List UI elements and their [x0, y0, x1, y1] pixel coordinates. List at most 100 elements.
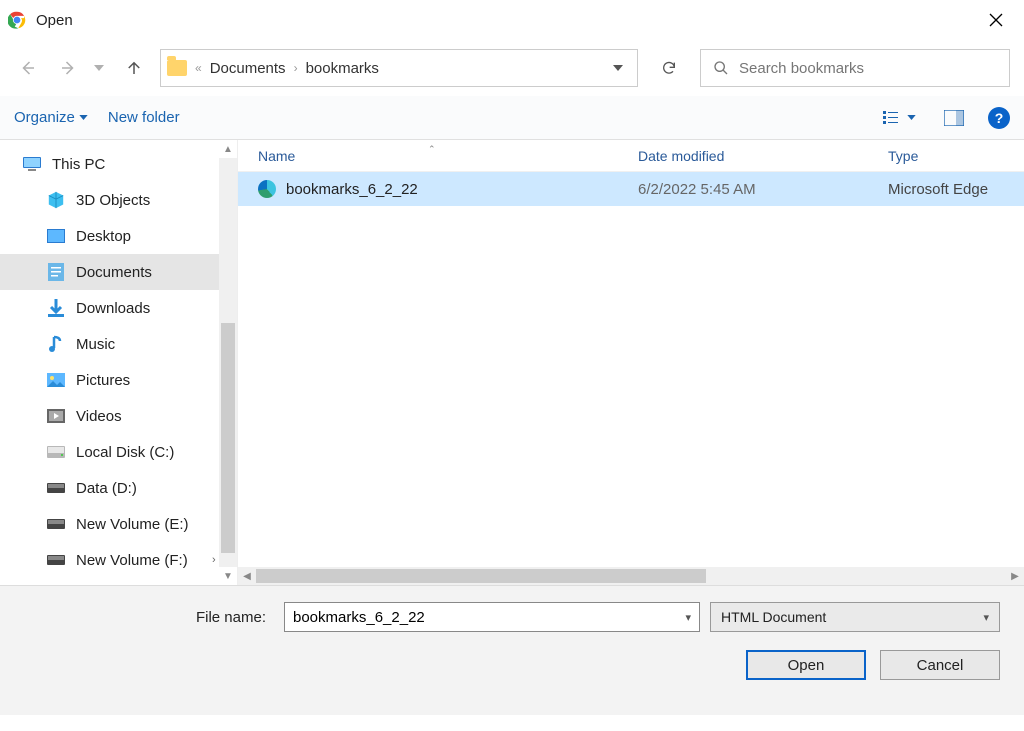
tree-label: 3D Objects [76, 192, 150, 209]
window-title: Open [36, 12, 73, 29]
nav-row: « Documents › bookmarks [0, 40, 1024, 96]
titlebar: Open [0, 0, 1024, 40]
column-type-label: Type [888, 148, 918, 164]
scroll-thumb[interactable] [221, 323, 235, 553]
column-headers: Name ⌃ Date modified Type [238, 140, 1024, 172]
file-type-select[interactable]: HTML Document ▾ [710, 602, 1000, 632]
sort-indicator-icon: ⌃ [428, 144, 436, 155]
scroll-thumb[interactable] [256, 569, 706, 583]
tree-data-d[interactable]: Data (D:) [0, 470, 237, 506]
tree-label: Data (D:) [76, 480, 137, 497]
nav-forward-button[interactable] [54, 54, 82, 82]
column-name-label: Name [258, 148, 295, 164]
cancel-label: Cancel [917, 657, 964, 674]
preview-pane-button[interactable] [940, 106, 968, 130]
column-type[interactable]: Type [888, 148, 1024, 164]
tree-new-volume-f[interactable]: New Volume (F:) › [0, 542, 237, 578]
tree-documents[interactable]: Documents [0, 254, 237, 290]
tree-local-disk-c[interactable]: Local Disk (C:) [0, 434, 237, 470]
column-name[interactable]: Name ⌃ [238, 148, 638, 164]
tree-label: New Volume (F:) [76, 552, 188, 569]
tree-label: Downloads [76, 300, 150, 317]
file-date: 6/2/2022 5:45 AM [638, 181, 888, 198]
tree-label: Videos [76, 408, 122, 425]
scroll-track[interactable] [219, 158, 237, 567]
chrome-icon [8, 11, 26, 29]
help-button[interactable]: ? [988, 107, 1010, 129]
tree-new-volume-e[interactable]: New Volume (E:) [0, 506, 237, 542]
cancel-button[interactable]: Cancel [880, 650, 1000, 680]
address-dropdown[interactable] [605, 65, 631, 71]
folder-icon [167, 60, 187, 76]
disk-icon [46, 479, 66, 497]
disk-icon [46, 515, 66, 533]
file-name: bookmarks_6_2_22 [286, 181, 418, 198]
column-date-label: Date modified [638, 148, 724, 164]
nav-recent-dropdown[interactable] [94, 65, 108, 71]
scroll-right-icon[interactable]: ▶ [1006, 571, 1024, 582]
chevron-right-icon: › [294, 61, 298, 75]
cube-icon [46, 191, 66, 209]
tree-this-pc[interactable]: This PC [0, 146, 237, 182]
scroll-track[interactable] [256, 567, 1006, 585]
tree-root-label: This PC [52, 156, 105, 173]
address-bar[interactable]: « Documents › bookmarks [160, 49, 638, 87]
scroll-left-icon[interactable]: ◀ [238, 571, 256, 582]
file-rows: bookmarks_6_2_22 6/2/2022 5:45 AM Micros… [238, 172, 1024, 567]
edge-icon [258, 180, 276, 198]
tree-videos[interactable]: Videos [0, 398, 237, 434]
scroll-down-icon[interactable]: ▼ [219, 567, 237, 585]
horizontal-scrollbar[interactable]: ◀ ▶ [238, 567, 1024, 585]
tree-label: New Volume (E:) [76, 516, 189, 533]
view-mode-button[interactable] [879, 106, 920, 130]
monitor-icon [22, 155, 42, 173]
tree-label: Pictures [76, 372, 130, 389]
tree-label: Desktop [76, 228, 131, 245]
tree-music[interactable]: Music [0, 326, 237, 362]
file-name-label: File name: [24, 609, 274, 626]
scroll-up-icon[interactable]: ▲ [219, 140, 237, 158]
nav-up-button[interactable] [120, 54, 148, 82]
tree: This PC 3D Objects Desktop Documents Dow… [0, 140, 237, 584]
toolbar: Organize New folder ? [0, 96, 1024, 140]
tree-pictures[interactable]: Pictures [0, 362, 237, 398]
tree-desktop[interactable]: Desktop [0, 218, 237, 254]
search-box[interactable] [700, 49, 1010, 87]
file-type-value: HTML Document [721, 609, 826, 625]
download-icon [46, 299, 66, 317]
videos-icon [46, 407, 66, 425]
breadcrumb-overflow[interactable]: « [195, 61, 202, 75]
tree-3d-objects[interactable]: 3D Objects [0, 182, 237, 218]
music-icon [46, 335, 66, 353]
tree-label: Music [76, 336, 115, 353]
body: This PC 3D Objects Desktop Documents Dow… [0, 140, 1024, 585]
open-button[interactable]: Open [746, 650, 866, 680]
organize-menu[interactable]: Organize [14, 109, 88, 126]
file-type: Microsoft Edge [888, 181, 1024, 198]
tree-downloads[interactable]: Downloads [0, 290, 237, 326]
nav-back-button[interactable] [14, 54, 42, 82]
chevron-down-icon: ▾ [983, 611, 989, 624]
file-name-combo[interactable]: ▾ [284, 602, 700, 632]
new-folder-button[interactable]: New folder [108, 109, 180, 126]
disk-icon [46, 443, 66, 461]
tree-label: Documents [76, 264, 152, 281]
search-input[interactable] [739, 60, 997, 77]
disk-icon [46, 551, 66, 569]
footer: File name: ▾ HTML Document ▾ Open Cancel [0, 585, 1024, 715]
refresh-button[interactable] [650, 49, 688, 87]
column-date[interactable]: Date modified [638, 148, 888, 164]
new-folder-label: New folder [108, 109, 180, 126]
organize-label: Organize [14, 109, 75, 126]
close-button[interactable] [976, 0, 1016, 40]
open-label: Open [788, 657, 825, 674]
breadcrumb-seg-0[interactable]: Documents [210, 60, 286, 77]
file-row[interactable]: bookmarks_6_2_22 6/2/2022 5:45 AM Micros… [238, 172, 1024, 206]
tree-label: Local Disk (C:) [76, 444, 174, 461]
breadcrumb-seg-1[interactable]: bookmarks [306, 60, 379, 77]
chevron-down-icon[interactable]: ▾ [685, 611, 691, 624]
file-name-input[interactable] [293, 609, 691, 626]
chevron-right-icon[interactable]: › [212, 554, 216, 566]
sidebar-scrollbar[interactable]: ▲ ▼ [219, 140, 237, 585]
sidebar: This PC 3D Objects Desktop Documents Dow… [0, 140, 238, 585]
